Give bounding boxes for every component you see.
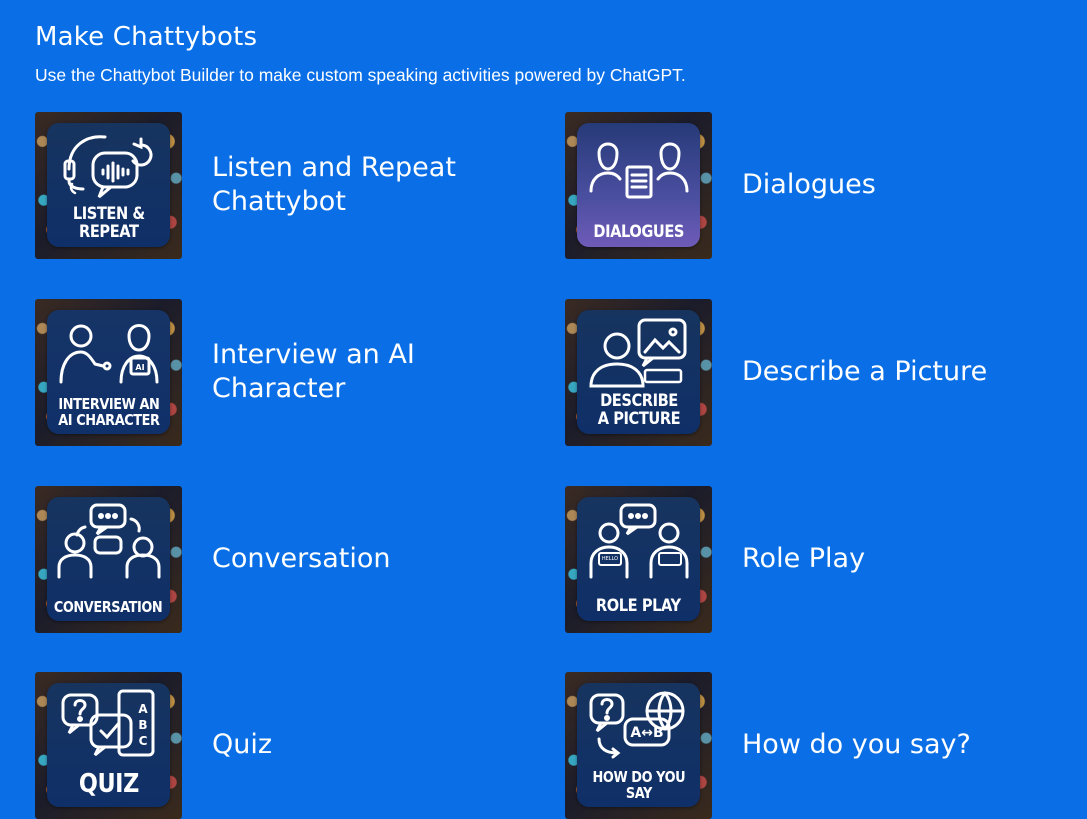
tile-label: DIALOGUES — [593, 221, 684, 242]
card-title[interactable]: Describe a Picture — [742, 355, 987, 389]
card-quiz[interactable]: A B C QUIZ Quiz — [35, 671, 555, 819]
tile-label: ROLE PLAY — [596, 595, 681, 616]
translate-badge: A↔B — [630, 725, 663, 741]
card-conversation[interactable]: CONVERSATION Conversation — [35, 485, 555, 633]
two-people-dialogue-icon — [589, 142, 689, 198]
card-role-play[interactable]: HELLO ROLE PLAY Role Play — [565, 485, 1085, 633]
tile-label: LISTEN & REPEAT — [72, 203, 145, 242]
card-title[interactable]: Role Play — [742, 542, 865, 576]
svg-text:B: B — [138, 718, 147, 732]
nametag-badge: HELLO — [602, 556, 618, 562]
person-picture-icon — [589, 318, 687, 387]
card-title[interactable]: Listen and Repeat Chattybot — [212, 151, 472, 219]
card-thumbnail[interactable]: LISTEN & REPEAT — [35, 111, 182, 259]
card-thumbnail[interactable]: DESCRIBE A PICTURE — [565, 298, 712, 446]
tile-label: CONVERSATION — [54, 597, 163, 616]
tile-label: QUIZ — [78, 768, 139, 799]
card-thumbnail[interactable]: CONVERSATION — [35, 485, 182, 633]
page-title: Make Chattybots — [35, 22, 258, 52]
page-subtitle: Use the Chattybot Builder to make custom… — [35, 65, 686, 85]
svg-text:A: A — [138, 702, 148, 716]
card-title[interactable]: Interview an AI Character — [212, 338, 472, 406]
ai-badge: AI — [135, 363, 144, 372]
card-interview-ai-character[interactable]: AI INTERVIEW AN AI CHARACTER Interview a… — [35, 298, 555, 446]
card-thumbnail[interactable]: A B C QUIZ — [35, 671, 182, 819]
role-play-nametags-icon: HELLO — [589, 503, 689, 578]
card-thumbnail[interactable]: HELLO ROLE PLAY — [565, 485, 712, 633]
quiz-checkmark-icon: A B C — [61, 689, 155, 756]
card-title[interactable]: Quiz — [212, 728, 272, 762]
tile-label: INTERVIEW AN AI CHARACTER — [57, 394, 160, 429]
card-thumbnail[interactable]: A↔B HOW DO YOU SAY — [565, 671, 712, 819]
interviewer-microphone-icon: AI — [59, 323, 159, 383]
card-thumbnail[interactable]: DIALOGUES — [565, 111, 712, 259]
card-describe-picture[interactable]: DESCRIBE A PICTURE Describe a Picture — [565, 298, 1085, 446]
card-title[interactable]: How do you say? — [742, 728, 971, 762]
tile-label: HOW DO YOU SAY — [592, 767, 685, 802]
headset-voice-repeat-icon — [63, 134, 153, 198]
conversation-bubbles-icon — [57, 503, 161, 578]
tile-label: DESCRIBE A PICTURE — [597, 390, 680, 429]
svg-text:C: C — [139, 734, 148, 748]
translate-globe-icon: A↔B — [589, 691, 685, 758]
card-thumbnail[interactable]: AI INTERVIEW AN AI CHARACTER — [35, 298, 182, 446]
card-listen-and-repeat[interactable]: LISTEN & REPEAT Listen and Repeat Chatty… — [35, 111, 555, 259]
card-dialogues[interactable]: DIALOGUES Dialogues — [565, 111, 1085, 259]
card-how-do-you-say[interactable]: A↔B HOW DO YOU SAY How do you say? — [565, 671, 1085, 819]
card-title[interactable]: Dialogues — [742, 168, 876, 202]
card-title[interactable]: Conversation — [212, 542, 391, 576]
